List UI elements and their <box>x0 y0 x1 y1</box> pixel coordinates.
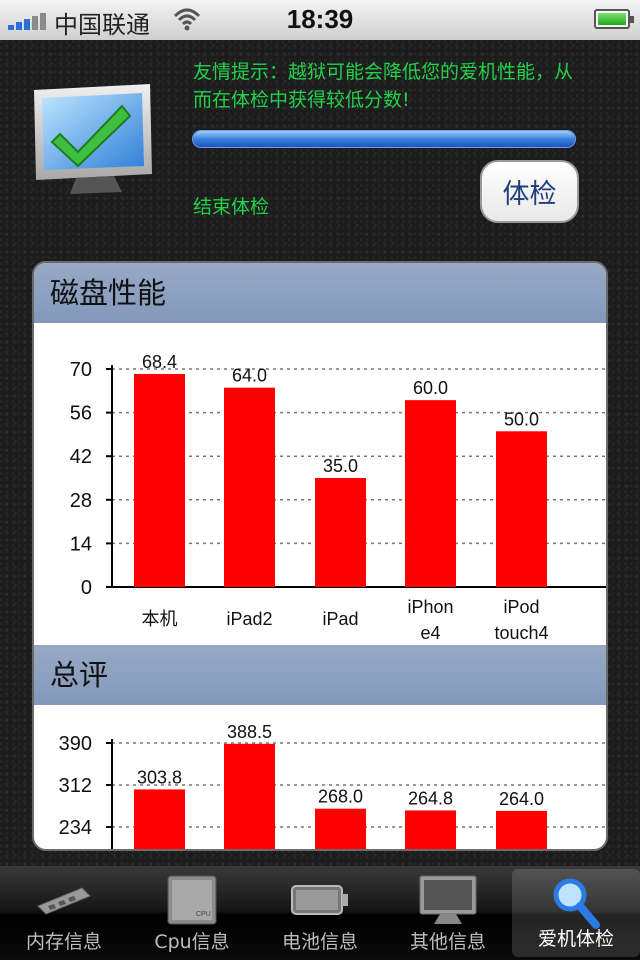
bar <box>405 400 456 587</box>
tab-battery[interactable]: 电池信息 <box>256 866 384 960</box>
bar <box>134 373 185 587</box>
y-tick-label: 390 <box>59 733 92 755</box>
y-tick-label: 70 <box>70 359 92 381</box>
tab-checkup[interactable]: 爱机体检 <box>512 869 640 957</box>
tab-label: Cpu信息 <box>154 931 230 953</box>
monitor-icon <box>419 875 477 924</box>
tab-memory[interactable]: 内存信息 <box>0 866 128 960</box>
battery-icon <box>291 885 348 915</box>
x-category-label: iPhon e4 <box>407 597 453 643</box>
y-tick-label: 28 <box>70 490 92 512</box>
progress-bar <box>192 130 576 148</box>
section-header-disk: 磁盘性能 <box>34 263 606 323</box>
bar-value-label: 60.0 <box>413 378 448 398</box>
disk-performance-chart: 70 56 42 28 14 0 68.4 64.0 35.0 60.0 50.0 本机 iPad2 iP… <box>70 352 606 643</box>
progress-fill <box>193 131 575 147</box>
bar-value-label: 50.0 <box>504 409 539 429</box>
status-text: 结束体检 <box>193 196 270 218</box>
bar-value-label: 264.8 <box>408 788 453 808</box>
results-card: 磁盘性能 70 56 42 28 14 0 68.4 64.0 35.0 60.0 50.0 本机 iP… <box>32 261 608 851</box>
bar <box>224 743 275 849</box>
bar-value-label: 64.0 <box>232 366 267 386</box>
magnifier-icon <box>553 878 600 929</box>
bar <box>134 789 185 849</box>
memory-icon <box>37 887 91 915</box>
y-tick-label: 14 <box>70 533 92 555</box>
battery-icon <box>594 9 634 29</box>
bar <box>224 387 275 587</box>
y-tick-label: 312 <box>59 775 92 797</box>
bar-value-label: 264.0 <box>499 789 544 809</box>
status-time: 18:39 <box>286 4 354 34</box>
bar-value-label: 303.8 <box>137 767 182 787</box>
tab-other[interactable]: 其他信息 <box>384 866 512 960</box>
bar <box>496 810 547 849</box>
check-button[interactable]: 体检 <box>480 160 579 223</box>
y-tick-label: 56 <box>70 403 92 425</box>
svg-text:CPU: CPU <box>196 911 211 918</box>
bar <box>315 478 366 587</box>
section-header-overall: 总评 <box>34 645 606 705</box>
tab-label: 内存信息 <box>25 931 102 953</box>
bar-value-label: 68.4 <box>142 352 177 372</box>
status-bar: 中国联通 18:39 <box>0 0 640 40</box>
tab-label: 爱机体检 <box>537 928 614 950</box>
x-category-label: iPod touch4 <box>494 597 548 643</box>
bar <box>496 431 547 587</box>
bar <box>405 810 456 849</box>
tab-bar: 内存信息 CPU Cpu信息 电池信息 其他信息 爱机体检 <box>0 866 640 960</box>
x-category-label: iPad2 <box>226 609 272 629</box>
tab-label: 其他信息 <box>409 931 486 953</box>
bar-value-label: 268.0 <box>318 787 363 807</box>
cpu-icon: CPU <box>167 875 217 925</box>
y-tick-label: 42 <box>70 446 92 468</box>
y-tick-label: 234 <box>59 817 92 839</box>
bar <box>315 808 366 849</box>
x-category-label: 本机 <box>142 609 178 629</box>
monitor-check-icon <box>34 84 152 194</box>
overall-score-chart: 390 312 234 303.8 388.5 268.0 264.8 264.0 <box>59 722 606 849</box>
tip-text: 友情提示：越狱可能会降低您的爱机性能，从而在体检中获得较低分数! <box>193 61 574 111</box>
bar-value-label: 388.5 <box>227 722 272 742</box>
bar-value-label: 35.0 <box>323 456 358 476</box>
tab-cpu[interactable]: CPU Cpu信息 <box>128 866 256 960</box>
tab-label: 电池信息 <box>281 931 358 953</box>
x-category-label: iPad <box>322 609 358 629</box>
y-tick-label: 0 <box>81 577 92 599</box>
